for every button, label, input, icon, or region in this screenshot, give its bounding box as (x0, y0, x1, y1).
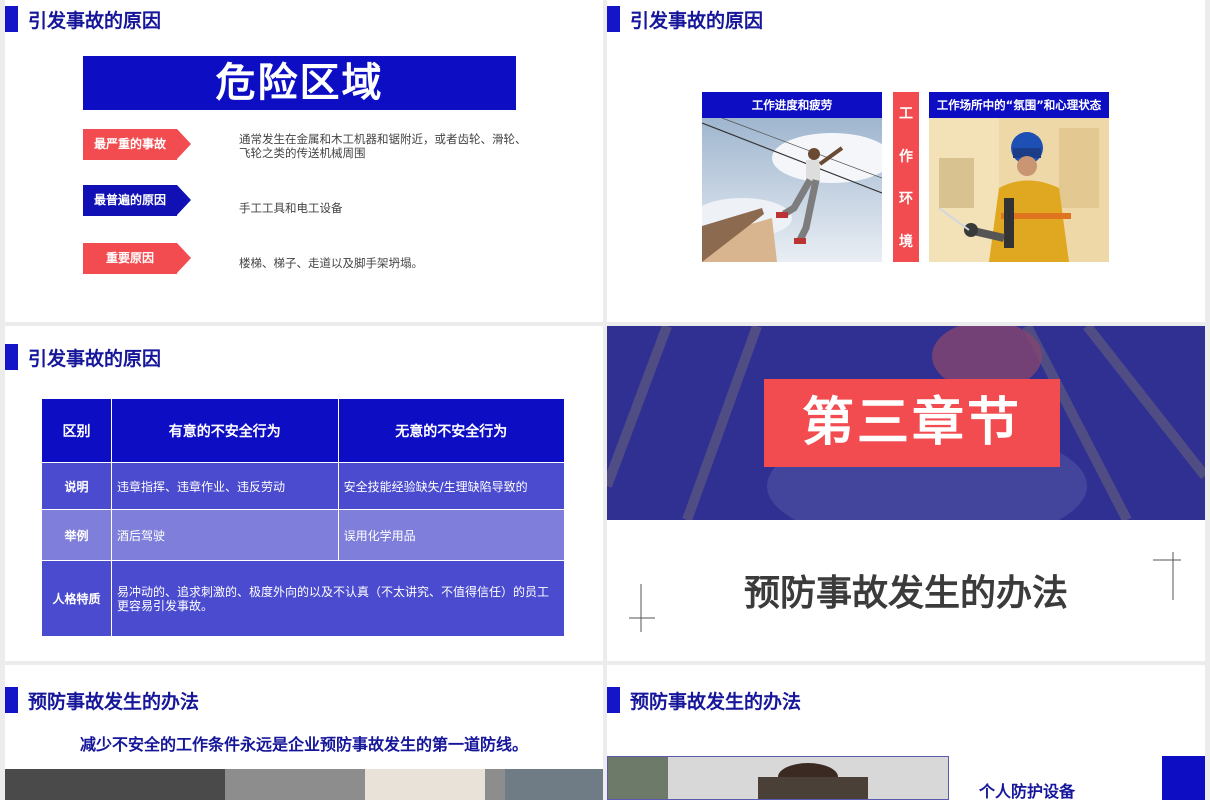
slide-5[interactable]: 预防事故发生的办法 减少不安全的工作条件永远是企业预防事故发生的第一道防线。 (5, 665, 603, 800)
table-row: 说明 违章指挥、违章作业、违反劳动 安全技能经验缺失/生理缺陷导致的 (40, 462, 566, 510)
right-caption: 工作场所中的“氛围”和心理状态 (929, 92, 1109, 118)
table-header: 无意的不安全行为 (337, 398, 566, 463)
ppe-item: 个人防护设备 (979, 782, 1076, 800)
desc-most-serious: 通常发生在金属和木工机器和锯附近，或者齿轮、滑轮、飞轮之类的传送机械周围 (239, 132, 527, 160)
header-bar (5, 6, 18, 32)
slide-1[interactable]: 引发事故的原因 危险区域 最严重的事故 通常发生在金属和木工机器和锯附近，或者齿… (5, 0, 603, 322)
firefighter-photo (929, 118, 1109, 262)
workplace-photo (5, 769, 603, 800)
slide-header: 引发事故的原因 (5, 6, 161, 32)
slide-header: 预防事故发生的办法 (5, 687, 199, 713)
slide-title: 预防事故发生的办法 (28, 690, 200, 713)
slide-title: 引发事故的原因 (28, 347, 162, 370)
section-title: 预防事故发生的办法 (743, 573, 1068, 614)
header-bar (5, 344, 18, 370)
tag-most-serious: 最严重的事故 (83, 129, 191, 160)
desc-most-common: 手工工具和电工设备 (239, 201, 343, 215)
slide-2[interactable]: 引发事故的原因 工作进度和疲劳 工 作 环 境 工作场所中的“氛围”和心理状态 (607, 0, 1205, 322)
slide-header: 引发事故的原因 (5, 344, 161, 370)
slide-subtitle: 减少不安全的工作条件永远是企业预防事故发生的第一道防线。 (79, 735, 528, 754)
table-row: 人格特质 易冲动的、追求刺激的、极度外向的以及不认真（不太讲究、不值得信任）的员… (40, 560, 565, 637)
work-environment-label: 工 作 环 境 (893, 92, 919, 262)
slide-title: 引发事故的原因 (28, 9, 162, 32)
comparison-table: 区别 有意的不安全行为 无意的不安全行为 说明 违章指挥、违章作业、违反劳动 安… (40, 398, 566, 637)
accent-block (1162, 756, 1205, 800)
slide-3[interactable]: 引发事故的原因 区别 有意的不安全行为 无意的不安全行为 说明 违章指挥、违章作… (5, 326, 603, 661)
slide-header: 预防事故发生的办法 (607, 687, 801, 713)
desc-important: 楼梯、梯子、走道以及脚手架坍塌。 (239, 256, 423, 270)
worker-climbing-photo (702, 118, 882, 262)
tag-important: 重要原因 (83, 243, 191, 274)
header-bar (607, 6, 620, 32)
table-row: 举例 酒后驾驶 误用化学用品 (40, 509, 566, 561)
slide-header: 引发事故的原因 (607, 6, 763, 32)
chapter-label: 第三章节 (764, 379, 1060, 467)
danger-zone-banner: 危险区域 (83, 56, 516, 110)
table-header: 区别 (40, 398, 113, 463)
header-bar (607, 687, 620, 713)
worker-photo (607, 756, 949, 800)
left-caption: 工作进度和疲劳 (702, 92, 882, 118)
table-header: 有意的不安全行为 (111, 398, 339, 463)
tag-most-common: 最普遍的原因 (83, 185, 191, 216)
slide-6[interactable]: 预防事故发生的办法 个人防护设备 (607, 665, 1205, 800)
slide-title: 预防事故发生的办法 (630, 690, 802, 713)
header-bar (5, 687, 18, 713)
slide-4[interactable]: 第三章节 预防事故发生的办法 (607, 326, 1205, 661)
slide-title: 引发事故的原因 (630, 9, 764, 32)
